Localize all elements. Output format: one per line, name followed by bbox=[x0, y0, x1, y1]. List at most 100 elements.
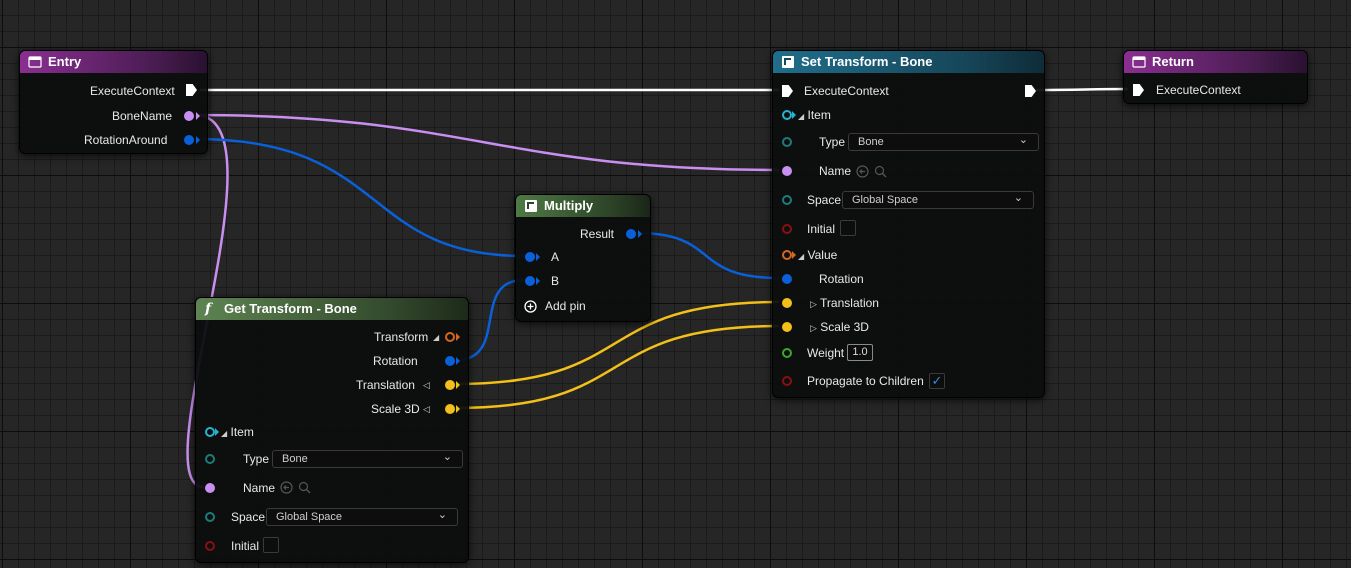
get-type-combo[interactable]: Bone ⌄ bbox=[272, 450, 463, 468]
get-rotation-pin-arrow bbox=[456, 357, 460, 365]
get-initial-pin[interactable] bbox=[205, 541, 215, 551]
multiply-b-pin[interactable] bbox=[525, 276, 535, 286]
return-node-header[interactable]: Return bbox=[1124, 51, 1307, 73]
entry-bonename-label: BoneName bbox=[112, 109, 173, 123]
search-icon[interactable] bbox=[298, 481, 311, 494]
reset-arrow-icon[interactable] bbox=[856, 165, 869, 178]
get-translation-label: Translation bbox=[356, 378, 415, 392]
set-weight-input[interactable]: 1.0 bbox=[847, 344, 873, 361]
get-name-pin[interactable] bbox=[205, 483, 215, 493]
set-type-label: Type bbox=[819, 135, 846, 149]
multiply-add-pin-button[interactable]: Add pin bbox=[545, 298, 586, 314]
node-graph-icon bbox=[525, 200, 537, 212]
multiply-result-label: Result bbox=[580, 227, 615, 241]
expand-left-icon[interactable]: ◁ bbox=[423, 401, 430, 417]
expand-down-icon[interactable]: ◢ bbox=[798, 112, 804, 121]
set-type-pin[interactable] bbox=[782, 137, 792, 147]
get-scale-pin-arrow bbox=[456, 405, 460, 413]
set-transform-node[interactable]: Set Transform - Bone ExecuteContext ◢ It… bbox=[772, 50, 1045, 398]
set-initial-pin[interactable] bbox=[782, 224, 792, 234]
set-exec-output-pin[interactable] bbox=[1025, 85, 1036, 97]
set-scale-pin[interactable] bbox=[782, 322, 792, 332]
function-icon: f bbox=[205, 301, 212, 317]
multiply-b-pin-arrow bbox=[536, 277, 540, 285]
search-icon[interactable] bbox=[874, 165, 887, 178]
get-translation-pin-arrow bbox=[456, 381, 460, 389]
entry-exec-output-pin[interactable] bbox=[186, 84, 197, 96]
get-translation-pin[interactable] bbox=[445, 380, 455, 390]
chevron-down-icon: ⌄ bbox=[437, 509, 447, 521]
set-weight-label: Weight bbox=[807, 346, 845, 360]
set-scale-text: Scale 3D bbox=[820, 320, 869, 334]
multiply-a-label: A bbox=[551, 250, 560, 264]
wire-exec-set-to-return bbox=[1035, 87, 1129, 92]
entry-bonename-pin[interactable] bbox=[184, 111, 194, 121]
return-exec-input-pin[interactable] bbox=[1133, 84, 1144, 96]
multiply-node[interactable]: Multiply Result A B Add pin bbox=[515, 194, 651, 322]
wire-rotationaround-to-multiply-a bbox=[194, 137, 525, 258]
set-type-value: Bone bbox=[858, 136, 884, 148]
set-item-label: ◢ Item bbox=[798, 107, 831, 125]
set-value-pin[interactable] bbox=[782, 250, 792, 260]
expand-right-icon[interactable]: ▷ bbox=[810, 323, 817, 333]
set-exec-input-pin[interactable] bbox=[782, 85, 793, 97]
reset-arrow-icon[interactable] bbox=[280, 481, 293, 494]
expand-down-icon[interactable]: ◢ bbox=[221, 429, 227, 438]
set-rotation-label: Rotation bbox=[819, 272, 864, 286]
set-weight-pin[interactable] bbox=[782, 348, 792, 358]
node-graph-icon bbox=[782, 56, 794, 68]
set-type-combo[interactable]: Bone ⌄ bbox=[848, 133, 1039, 151]
get-type-pin[interactable] bbox=[205, 454, 215, 464]
wire-multiply-result-to-set-rotation bbox=[636, 231, 780, 280]
get-transform-node-header[interactable]: f Get Transform - Bone bbox=[196, 298, 468, 320]
multiply-a-pin[interactable] bbox=[525, 252, 535, 262]
entry-exec-label: ExecuteContext bbox=[90, 84, 175, 98]
set-initial-checkbox[interactable] bbox=[840, 220, 856, 236]
set-space-combo[interactable]: Global Space ⌄ bbox=[842, 191, 1034, 209]
set-propagate-label: Propagate to Children bbox=[807, 374, 924, 388]
set-transform-node-header[interactable]: Set Transform - Bone bbox=[773, 51, 1044, 73]
set-space-pin[interactable] bbox=[782, 195, 792, 205]
return-node[interactable]: Return ExecuteContext bbox=[1123, 50, 1308, 104]
set-propagate-pin[interactable] bbox=[782, 376, 792, 386]
set-space-value: Global Space bbox=[852, 194, 919, 206]
expand-down-icon[interactable]: ◢ bbox=[798, 252, 804, 261]
get-transform-pin[interactable] bbox=[445, 332, 455, 342]
entry-node-title: Entry bbox=[48, 54, 82, 69]
set-propagate-checkbox[interactable]: ✓ bbox=[929, 373, 945, 389]
set-item-pin[interactable] bbox=[782, 110, 792, 120]
get-space-value: Global Space bbox=[276, 511, 343, 523]
set-translation-label: ▷ Translation bbox=[810, 295, 879, 312]
set-item-text: Item bbox=[807, 108, 831, 122]
set-item-pin-arrow bbox=[792, 111, 796, 119]
node-graph-icon bbox=[28, 56, 42, 68]
set-name-label: Name bbox=[819, 164, 852, 178]
get-space-pin[interactable] bbox=[205, 512, 215, 522]
expand-right-icon[interactable]: ▷ bbox=[810, 299, 817, 309]
get-scale-pin[interactable] bbox=[445, 404, 455, 414]
get-rotation-pin[interactable] bbox=[445, 356, 455, 366]
get-space-combo[interactable]: Global Space ⌄ bbox=[266, 508, 458, 526]
entry-rotationaround-pin[interactable] bbox=[184, 135, 194, 145]
expand-left-icon[interactable]: ◁ bbox=[423, 377, 430, 393]
set-space-label: Space bbox=[807, 193, 842, 207]
get-initial-label: Initial bbox=[231, 539, 260, 553]
multiply-result-pin[interactable] bbox=[626, 229, 636, 239]
add-circle-icon[interactable] bbox=[524, 300, 537, 313]
set-translation-pin[interactable] bbox=[782, 298, 792, 308]
entry-node-header[interactable]: Entry bbox=[20, 51, 207, 73]
get-transform-pin-arrow bbox=[456, 333, 460, 341]
get-item-pin[interactable] bbox=[205, 427, 215, 437]
set-rotation-pin[interactable] bbox=[782, 274, 792, 284]
get-transform-node[interactable]: f Get Transform - Bone Transform ◢ Rotat… bbox=[195, 297, 469, 563]
get-type-label: Type bbox=[243, 452, 270, 466]
expand-down-icon[interactable]: ◢ bbox=[433, 330, 439, 346]
set-initial-label: Initial bbox=[807, 222, 836, 236]
entry-rotationaround-label: RotationAround bbox=[84, 133, 168, 147]
get-initial-checkbox[interactable] bbox=[263, 537, 279, 553]
wire-scale-to-set-scale bbox=[455, 324, 780, 410]
multiply-node-header[interactable]: Multiply bbox=[516, 195, 650, 217]
set-name-pin[interactable] bbox=[782, 166, 792, 176]
entry-node[interactable]: Entry ExecuteContext BoneName RotationAr… bbox=[19, 50, 208, 154]
get-type-value: Bone bbox=[282, 453, 308, 465]
